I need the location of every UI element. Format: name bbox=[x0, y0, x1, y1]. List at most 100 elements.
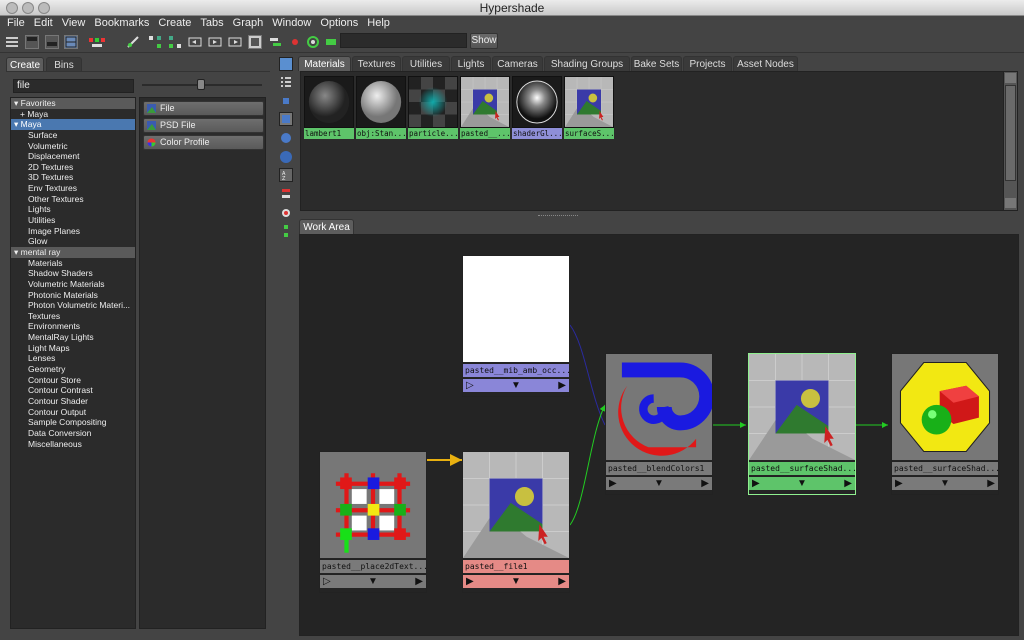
tab-cameras[interactable]: Cameras bbox=[492, 56, 543, 71]
tree-item-displacement[interactable]: Displacement bbox=[11, 151, 135, 162]
input-output-icon[interactable] bbox=[188, 35, 202, 49]
ipr-render-icon[interactable] bbox=[306, 35, 320, 49]
swatch-display-icon[interactable] bbox=[248, 35, 262, 49]
menu-window[interactable]: Window bbox=[269, 16, 317, 31]
graph-node-file[interactable]: pasted__file1 ▶ ▼ ▶ bbox=[462, 451, 570, 593]
tree-item-shadow-shaders[interactable]: Shadow Shaders bbox=[11, 268, 135, 279]
tab-utilities[interactable]: Utilities bbox=[402, 56, 450, 71]
input-port-triangle-icon[interactable]: ▶ bbox=[609, 478, 617, 489]
expand-ports-icon[interactable]: ▼ bbox=[368, 576, 378, 587]
material-swatch[interactable]: surfaceS... bbox=[564, 76, 614, 139]
tree-item-lenses[interactable]: Lenses bbox=[11, 353, 135, 364]
sort-reverse-icon[interactable] bbox=[279, 224, 293, 238]
input-port-triangle-icon[interactable]: ▶ bbox=[752, 478, 760, 489]
menu-options[interactable]: Options bbox=[317, 16, 364, 31]
material-swatch[interactable]: lambert1 bbox=[304, 76, 354, 139]
graph-node-place[interactable]: pasted__place2dText... ▷ ▼ ▶ bbox=[319, 451, 427, 593]
tree-item-other-textures[interactable]: Other Textures bbox=[11, 194, 135, 205]
material-swatch[interactable]: pasted__... bbox=[460, 76, 510, 139]
tab-lights[interactable]: Lights bbox=[451, 56, 491, 71]
work-area-graph[interactable]: pasted__mib_amb_occ... ▷ ▼ ▶ pasted__blendCo… bbox=[299, 234, 1019, 636]
graph-node-amb[interactable]: pasted__mib_amb_occ... ▷ ▼ ▶ bbox=[462, 255, 570, 397]
materials-scrollbar[interactable] bbox=[1003, 72, 1017, 210]
tree-item-contour-contrast[interactable]: Contour Contrast bbox=[11, 385, 135, 396]
scroll-thumb[interactable] bbox=[1005, 85, 1016, 181]
tree-item-volumetric[interactable]: Volumetric bbox=[11, 141, 135, 152]
minimize-window-button[interactable] bbox=[22, 2, 34, 14]
tree-item-image-planes[interactable]: Image Planes bbox=[11, 226, 135, 237]
graph-node-surf1[interactable]: pasted__surfaceShad... ▶ ▼ ▶ bbox=[748, 353, 856, 495]
output-port-triangle-icon[interactable]: ▶ bbox=[987, 478, 995, 489]
tree-item-contour-shader[interactable]: Contour Shader bbox=[11, 396, 135, 407]
input-port-triangle-icon[interactable]: ▷ bbox=[323, 576, 331, 587]
input-connections-icon[interactable] bbox=[148, 35, 162, 49]
collapse-triangle-icon[interactable]: ▾ bbox=[14, 119, 21, 129]
hypershade-search-input[interactable] bbox=[340, 33, 467, 48]
scroll-up-arrow-icon[interactable] bbox=[1005, 73, 1016, 83]
tree-item-mental-ray[interactable]: ▾ mental ray bbox=[11, 246, 135, 258]
toolbar-menu-icon[interactable] bbox=[5, 35, 19, 49]
tree-item-sample-compositing[interactable]: Sample Compositing bbox=[11, 417, 135, 428]
tree-item-3d-textures[interactable]: 3D Textures bbox=[11, 172, 135, 183]
tree-item-favorites[interactable]: ▾ Favorites bbox=[11, 98, 135, 109]
menu-file[interactable]: File bbox=[4, 16, 31, 31]
tree-item-mentalray-lights[interactable]: MentalRay Lights bbox=[11, 332, 135, 343]
layout-bottom-icon[interactable] bbox=[45, 35, 59, 49]
tree-item-contour-output[interactable]: Contour Output bbox=[11, 407, 135, 418]
menu-edit[interactable]: Edit bbox=[31, 16, 59, 31]
create-color-profile-node-button[interactable]: Color Profile bbox=[143, 135, 264, 150]
output-port-triangle-icon[interactable]: ▶ bbox=[701, 478, 709, 489]
tree-item-utilities[interactable]: Utilities bbox=[11, 215, 135, 226]
expand-ports-icon[interactable]: ▼ bbox=[654, 478, 664, 489]
tab-bins[interactable]: Bins bbox=[46, 57, 82, 72]
collapse-triangle-icon[interactable]: ▾ bbox=[14, 98, 21, 108]
material-swatch[interactable]: obj:Stan... bbox=[356, 76, 406, 139]
tab-bake-sets[interactable]: Bake Sets bbox=[631, 56, 682, 71]
collapse-triangle-icon[interactable]: ▾ bbox=[14, 247, 21, 257]
menu-tabs[interactable]: Tabs bbox=[197, 16, 229, 31]
tree-item-lights[interactable]: Lights bbox=[11, 204, 135, 215]
tree-item-materials[interactable]: Materials bbox=[11, 258, 135, 269]
input-port-triangle-icon[interactable]: ▷ bbox=[466, 380, 474, 391]
medium-swatch-icon[interactable] bbox=[279, 112, 293, 126]
tree-item-miscellaneous[interactable]: Miscellaneous bbox=[11, 439, 135, 450]
input-port-triangle-icon[interactable]: ▶ bbox=[466, 576, 474, 587]
tree-item-maya[interactable]: ▾ Maya bbox=[11, 119, 135, 130]
tree-item-data-conversion[interactable]: Data Conversion bbox=[11, 428, 135, 439]
render-red-icon[interactable] bbox=[288, 35, 302, 49]
menu-help[interactable]: Help bbox=[364, 16, 396, 31]
expand-ports-icon[interactable]: ▼ bbox=[511, 380, 521, 391]
panel-divider[interactable] bbox=[298, 213, 1024, 218]
close-window-button[interactable] bbox=[6, 2, 18, 14]
menu-graph[interactable]: Graph bbox=[230, 16, 270, 31]
tab-projects[interactable]: Projects bbox=[683, 56, 732, 71]
expand-ports-icon[interactable]: ▼ bbox=[940, 478, 950, 489]
graph-node-surf2[interactable]: pasted__surfaceShad... ▶ ▼ ▶ bbox=[891, 353, 999, 495]
expand-plus-icon[interactable]: + bbox=[14, 109, 27, 119]
tree-item-photon-volumetric-materi-[interactable]: Photon Volumetric Materi... bbox=[11, 300, 135, 311]
menu-view[interactable]: View bbox=[59, 16, 92, 31]
scroll-down-arrow-icon[interactable] bbox=[1005, 198, 1016, 208]
menu-create[interactable]: Create bbox=[155, 16, 197, 31]
large-swatch-icon[interactable] bbox=[279, 131, 293, 145]
expand-ports-icon[interactable]: ▼ bbox=[797, 478, 807, 489]
tree-item-volumetric-materials[interactable]: Volumetric Materials bbox=[11, 279, 135, 290]
output-connections-icon[interactable] bbox=[168, 35, 182, 49]
expand-ports-icon[interactable]: ▼ bbox=[511, 576, 521, 587]
layout-top-icon[interactable] bbox=[25, 35, 39, 49]
tree-item-2d-textures[interactable]: 2D Textures bbox=[11, 162, 135, 173]
layout-split-icon[interactable] bbox=[64, 35, 78, 49]
input-port-triangle-icon[interactable]: ▶ bbox=[895, 478, 903, 489]
tab-shading-groups[interactable]: Shading Groups bbox=[544, 56, 630, 71]
tree-item-environments[interactable]: Environments bbox=[11, 321, 135, 332]
show-button[interactable]: Show bbox=[470, 33, 498, 49]
sort-by-name-icon[interactable]: AZ bbox=[279, 168, 293, 182]
tab-create[interactable]: Create bbox=[6, 57, 44, 72]
graph-in-icon[interactable] bbox=[208, 35, 222, 49]
tab-materials[interactable]: Materials bbox=[298, 56, 351, 71]
tree-item-textures[interactable]: Textures bbox=[11, 311, 135, 322]
clear-graph-icon[interactable] bbox=[126, 35, 140, 49]
output-port-triangle-icon[interactable]: ▶ bbox=[558, 380, 566, 391]
tab-textures[interactable]: Textures bbox=[352, 56, 401, 71]
tree-item-contour-store[interactable]: Contour Store bbox=[11, 375, 135, 386]
